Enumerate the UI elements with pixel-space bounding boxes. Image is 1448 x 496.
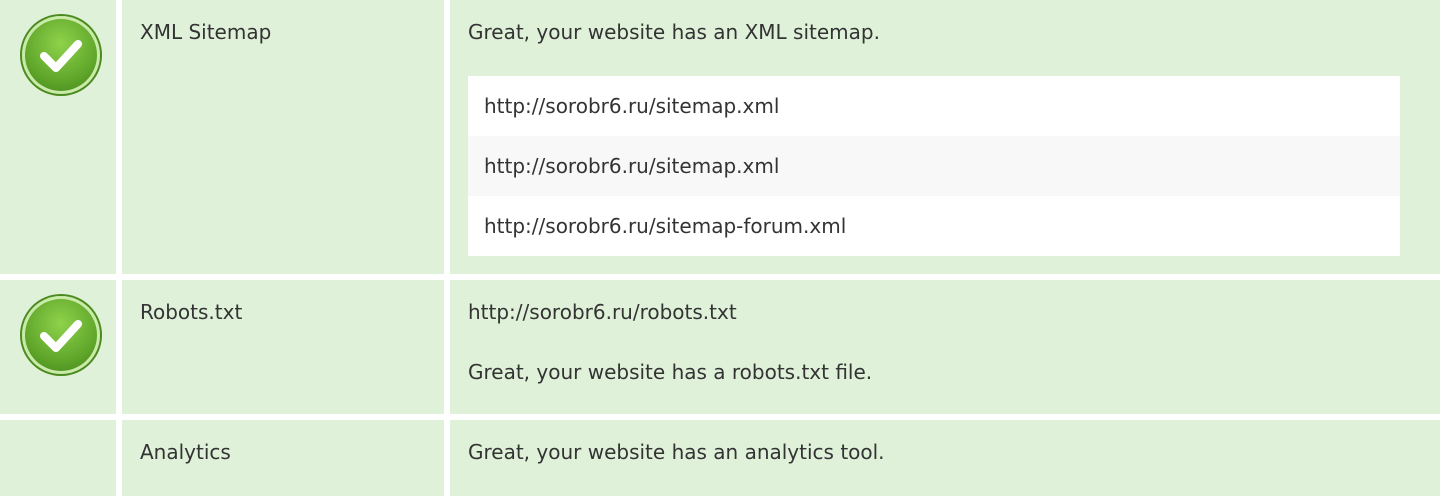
report-row-robots: Robots.txt http://sorobr6.ru/robots.txt …: [0, 280, 1440, 414]
row-label-text: Robots.txt: [140, 300, 243, 324]
sitemap-url-item: http://sorobr6.ru/sitemap-forum.xml: [468, 196, 1400, 256]
sitemap-url-item: http://sorobr6.ru/sitemap.xml: [468, 76, 1400, 136]
report-row-xml-sitemap: XML Sitemap Great, your website has an X…: [0, 0, 1440, 274]
status-cell: [0, 280, 116, 414]
check-circle-icon: [22, 296, 100, 374]
row-value: http://sorobr6.ru/robots.txt Great, your…: [450, 280, 1440, 414]
row-label: Analytics: [122, 420, 444, 496]
status-cell: [0, 420, 116, 496]
row-label-text: XML Sitemap: [140, 20, 272, 44]
row-value: Great, your website has an analytics too…: [450, 420, 1440, 496]
robots-url: http://sorobr6.ru/robots.txt: [468, 300, 737, 324]
sitemap-url-list: http://sorobr6.ru/sitemap.xml http://sor…: [468, 76, 1400, 256]
row-label: Robots.txt: [122, 280, 444, 414]
seo-report-table: XML Sitemap Great, your website has an X…: [0, 0, 1440, 496]
row-value: Great, your website has an XML sitemap. …: [450, 0, 1440, 274]
robots-message: Great, your website has a robots.txt fil…: [468, 360, 873, 384]
report-row-analytics: Analytics Great, your website has an ana…: [0, 420, 1440, 496]
row-label: XML Sitemap: [122, 0, 444, 274]
row-label-text: Analytics: [140, 440, 231, 464]
sitemap-url-item: http://sorobr6.ru/sitemap.xml: [468, 136, 1400, 196]
sitemap-message: Great, your website has an XML sitemap.: [468, 20, 880, 44]
analytics-message: Great, your website has an analytics too…: [468, 440, 885, 464]
status-cell: [0, 0, 116, 274]
check-circle-icon: [22, 16, 100, 94]
